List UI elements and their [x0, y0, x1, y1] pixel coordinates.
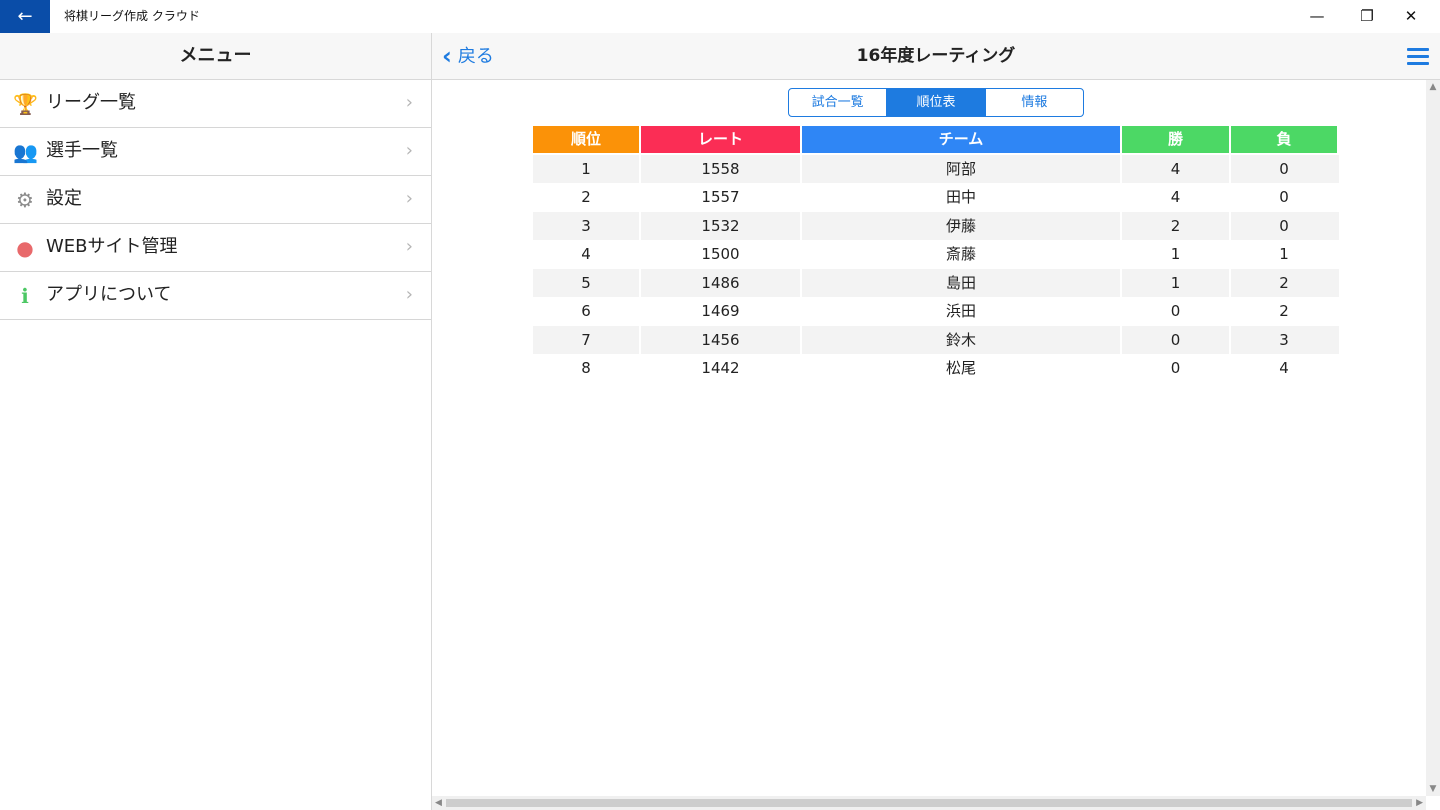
header-team: チーム [802, 126, 1122, 153]
tab-match-list[interactable]: 試合一覧 [789, 89, 886, 116]
table-body: 1 1558 阿部 4 0 2 1557 田中 4 0 3 1532 伊藤 2 0 4 1500 斎藤 1 1 5 148… [533, 154, 1339, 383]
table-row[interactable]: 4 1500 斎藤 1 1 [533, 240, 1339, 269]
cell-wins: 0 [1122, 354, 1231, 383]
cell-losses: 0 [1279, 216, 1289, 235]
cell-team: 鈴木 [802, 325, 1122, 354]
cell-losses: 0 [1279, 159, 1289, 178]
chevron-right-icon: › [405, 140, 413, 161]
table-row[interactable]: 6 1469 浜田 0 2 [533, 297, 1339, 326]
cell-team: 伊藤 [802, 211, 1122, 240]
table-header-row: 順位 レート チーム 勝 負 [533, 126, 1339, 155]
page-title: 16年度レーティング [856, 46, 1016, 66]
scroll-down-arrow-icon[interactable]: ▼ [1426, 784, 1440, 794]
menu-item-label: アプリについて [46, 284, 172, 305]
menu-list: 🏆 リーグ一覧 › 👥 選手一覧 › ⚙ 設定 › ● WEBサイト管理 › ℹ… [0, 80, 431, 320]
horizontal-scrollbar[interactable]: ◀ ▶ [432, 796, 1426, 810]
standings-table: 順位 レート チーム 勝 負 1 1558 阿部 4 0 2 1557 田中 4 0 3 1532 伊藤… [533, 126, 1339, 383]
cell-wins: 4 [1122, 154, 1231, 183]
cell-rank: 7 [533, 325, 641, 354]
menu-title: メニュー [0, 33, 431, 80]
cell-rank: 6 [533, 297, 641, 326]
info-icon: ℹ [21, 284, 29, 308]
hamburger-menu-icon[interactable] [1407, 48, 1429, 65]
gear-icon: ⚙ [16, 188, 34, 212]
cell-losses: 3 [1279, 330, 1289, 349]
scrollbar-thumb[interactable] [446, 799, 1412, 807]
cell-wins: 4 [1122, 183, 1231, 212]
cell-team: 浜田 [802, 297, 1122, 326]
view-tabs: 試合一覧 順位表 情報 [788, 88, 1084, 117]
maximize-button[interactable]: ❐ [1344, 0, 1390, 33]
tab-standings[interactable]: 順位表 [886, 89, 985, 116]
cell-wins: 0 [1122, 297, 1231, 326]
window-title-bar: ← 将棋リーグ作成 クラウド — ❐ ✕ [0, 0, 1440, 33]
pane-divider [431, 33, 432, 810]
header-losses: 負 [1231, 126, 1337, 153]
cell-rate: 1500 [641, 240, 802, 269]
menu-item-about[interactable]: ℹ アプリについて › [0, 272, 431, 320]
cell-losses: 4 [1279, 359, 1289, 377]
cell-rank: 8 [533, 354, 641, 383]
menu-item-label: WEBサイト管理 [46, 236, 178, 257]
cell-rate: 1442 [641, 354, 802, 383]
cell-wins: 1 [1122, 268, 1231, 297]
cell-team: 斎藤 [802, 240, 1122, 269]
cell-losses: 0 [1279, 188, 1289, 206]
cell-losses: 2 [1279, 273, 1289, 292]
players-icon: 👥 [13, 140, 38, 164]
header-rate: レート [641, 126, 802, 153]
scroll-left-arrow-icon[interactable]: ◀ [435, 796, 442, 810]
table-row[interactable]: 8 1442 松尾 0 4 [533, 354, 1339, 383]
minimize-button[interactable]: — [1294, 0, 1340, 33]
cell-rank: 1 [533, 154, 641, 183]
menu-item-website[interactable]: ● WEBサイト管理 › [0, 224, 431, 272]
cell-rate: 1486 [641, 268, 802, 297]
cell-rank: 5 [533, 268, 641, 297]
scroll-right-arrow-icon[interactable]: ▶ [1416, 796, 1423, 810]
table-row[interactable]: 2 1557 田中 4 0 [533, 183, 1339, 212]
cell-rank: 3 [533, 211, 641, 240]
cell-rank: 2 [533, 183, 641, 212]
close-button[interactable]: ✕ [1388, 0, 1434, 33]
chevron-right-icon: › [405, 284, 413, 305]
menu-item-label: 設定 [46, 188, 82, 209]
chevron-right-icon: › [405, 92, 413, 113]
chevron-right-icon: › [405, 188, 413, 209]
cell-team: 島田 [802, 268, 1122, 297]
cell-wins: 1 [1122, 240, 1231, 269]
header-wins: 勝 [1122, 126, 1231, 153]
cell-team: 松尾 [802, 354, 1122, 383]
table-row[interactable]: 3 1532 伊藤 2 0 [533, 211, 1339, 240]
menu-item-settings[interactable]: ⚙ 設定 › [0, 176, 431, 224]
window-title: 将棋リーグ作成 クラウド [64, 9, 200, 23]
cell-wins: 2 [1122, 211, 1231, 240]
trophy-icon: 🏆 [13, 92, 38, 116]
menu-item-label: リーグ一覧 [46, 92, 136, 113]
content-header: ‹ 戻る 16年度レーティング [432, 33, 1440, 80]
table-row[interactable]: 5 1486 島田 1 2 [533, 268, 1339, 297]
cell-rate: 1456 [641, 325, 802, 354]
header-rank: 順位 [533, 126, 641, 153]
vertical-scrollbar[interactable]: ▲ ▼ [1426, 80, 1440, 796]
cell-wins: 0 [1122, 325, 1231, 354]
window-back-button[interactable]: ← [0, 0, 50, 33]
cell-team: 阿部 [802, 154, 1122, 183]
cell-rate: 1557 [641, 183, 802, 212]
cell-rank: 4 [533, 240, 641, 269]
menu-item-player-list[interactable]: 👥 選手一覧 › [0, 128, 431, 176]
menu-item-label: 選手一覧 [46, 140, 118, 161]
table-row[interactable]: 7 1456 鈴木 0 3 [533, 325, 1339, 354]
scroll-up-arrow-icon[interactable]: ▲ [1426, 82, 1440, 92]
cell-rate: 1469 [641, 297, 802, 326]
chevron-right-icon: › [405, 236, 413, 257]
cell-losses: 1 [1279, 245, 1289, 263]
tab-info[interactable]: 情報 [984, 89, 1083, 116]
cell-team: 田中 [802, 183, 1122, 212]
cell-rate: 1558 [641, 154, 802, 183]
globe-icon: ● [16, 236, 34, 260]
cell-losses: 2 [1279, 302, 1289, 320]
cell-rate: 1532 [641, 211, 802, 240]
table-row[interactable]: 1 1558 阿部 4 0 [533, 154, 1339, 183]
menu-item-league-list[interactable]: 🏆 リーグ一覧 › [0, 80, 431, 128]
